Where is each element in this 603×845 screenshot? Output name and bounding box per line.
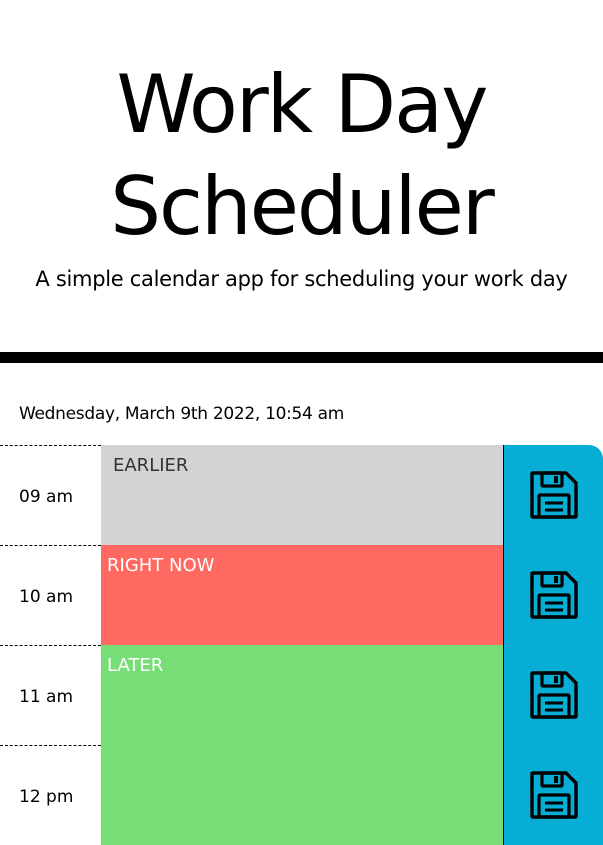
event-description[interactable]: RIGHT NOW — [101, 545, 503, 645]
hour-label: 11 am — [0, 645, 101, 745]
page-subtitle: A simple calendar app for scheduling you… — [35, 267, 568, 291]
header-divider — [0, 352, 603, 363]
save-icon — [529, 471, 578, 519]
save-icon — [529, 671, 578, 719]
save-button[interactable] — [503, 445, 603, 545]
hour-label: 09 am — [0, 445, 101, 545]
schedule: 09 am EARLIER 10 am RIGHT NOW 11 am LATE… — [0, 445, 603, 845]
hour-label: 12 pm — [0, 745, 101, 845]
save-button[interactable] — [503, 745, 603, 845]
save-icon — [529, 771, 578, 819]
time-block-10am: 10 am RIGHT NOW — [0, 545, 603, 645]
event-description[interactable]: EARLIER — [101, 445, 503, 545]
event-description[interactable] — [101, 745, 503, 845]
save-icon — [529, 571, 578, 619]
current-day: Wednesday, March 9th 2022, 10:54 am — [19, 404, 345, 424]
page-title-line-1: Work Day — [116, 58, 489, 151]
time-block-11am: 11 am LATER — [0, 645, 603, 745]
save-button[interactable] — [503, 545, 603, 645]
page-title-line-2: Scheduler — [110, 160, 495, 253]
page-title: Work Day Scheduler — [0, 54, 603, 258]
time-block-9am: 09 am EARLIER — [0, 445, 603, 545]
event-description[interactable]: LATER — [101, 645, 503, 745]
time-block-12pm: 12 pm — [0, 745, 603, 845]
save-button[interactable] — [503, 645, 603, 745]
hour-label: 10 am — [0, 545, 101, 645]
header: Work Day Scheduler A simple calendar app… — [0, 0, 603, 352]
